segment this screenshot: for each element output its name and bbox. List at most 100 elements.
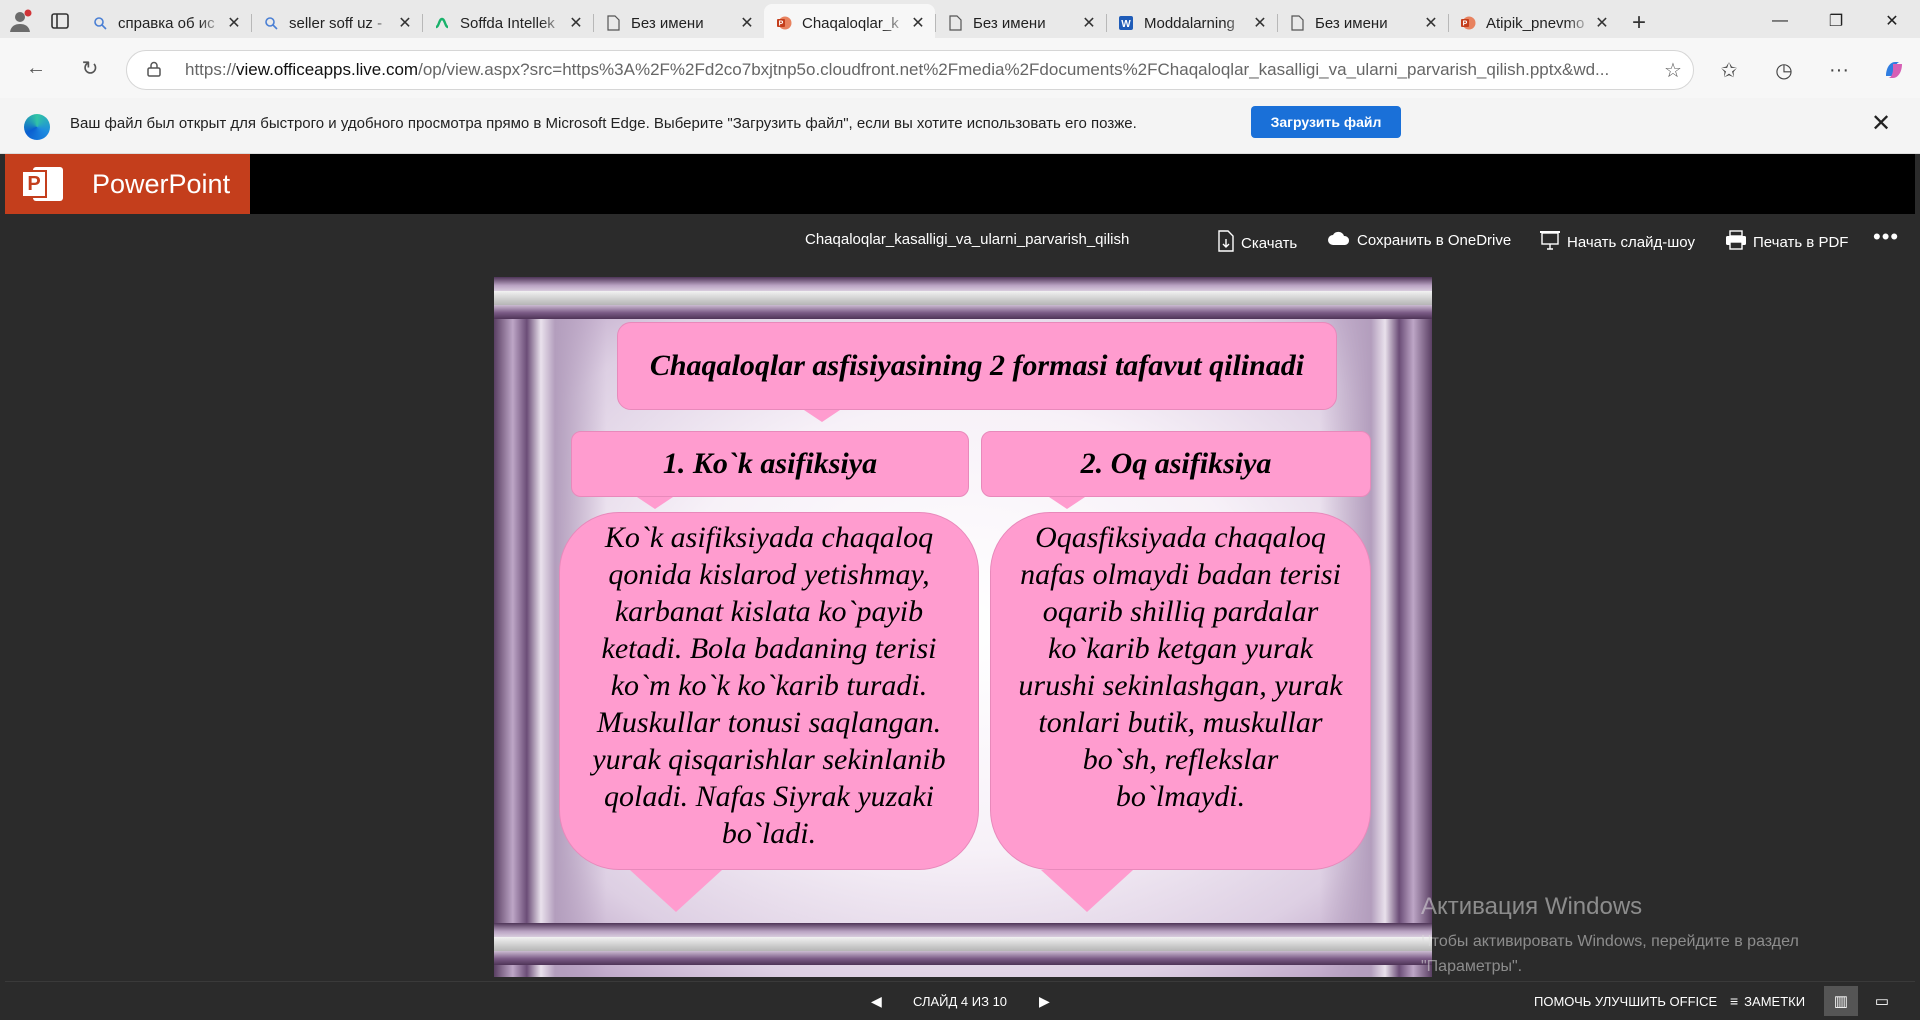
close-tab-icon[interactable]: ✕ <box>567 13 585 33</box>
print-pdf-button[interactable]: Печать в PDF <box>1725 230 1848 255</box>
tab-title: seller soff uz - <box>289 14 383 32</box>
favorites-icon[interactable]: ✩ <box>1709 50 1749 90</box>
close-tab-icon[interactable]: ✕ <box>909 13 927 33</box>
powerpoint-icon: P <box>776 15 792 31</box>
tab-title: Moddalarning <box>1144 14 1235 32</box>
svg-text:P: P <box>1463 21 1468 28</box>
settings-more-icon[interactable]: ··· <box>1819 50 1859 90</box>
svg-text:P: P <box>779 21 784 28</box>
save-onedrive-button[interactable]: Сохранить в OneDrive <box>1327 230 1511 251</box>
browser-tab[interactable]: W Moddalarning ✕ <box>1106 4 1277 42</box>
cloud-icon <box>1327 230 1351 251</box>
download-file-button[interactable]: Загрузить файл <box>1251 106 1401 138</box>
address-row: ← ↻ https://view.officeapps.live.com/op/… <box>0 38 1920 98</box>
printer-icon <box>1725 230 1747 255</box>
restore-icon[interactable]: ❐ <box>1808 0 1864 42</box>
close-tab-icon[interactable]: ✕ <box>1251 13 1269 33</box>
watermark-title: Активация Windows <box>1421 893 1643 920</box>
word-icon: W <box>1118 15 1134 31</box>
notes-button[interactable]: ≡ ЗАМЕТКИ <box>1730 993 1805 1009</box>
slideshow-label: Начать слайд-шоу <box>1567 234 1695 251</box>
url-text: https://view.officeapps.live.com/op/view… <box>185 60 1610 79</box>
left-body-pointer <box>630 870 722 912</box>
url-host: view.officeapps.live.com <box>236 60 419 79</box>
app-name: PowerPoint <box>92 169 231 199</box>
copilot-icon[interactable] <box>1874 50 1914 90</box>
close-tab-icon[interactable]: ✕ <box>396 13 414 33</box>
watermark-text: Чтобы активировать Windows, перейдите в … <box>1421 929 1799 979</box>
lock-icon[interactable] <box>147 61 171 80</box>
minimize-icon[interactable]: — <box>1752 0 1808 42</box>
browser-tab-bar: справка об ис ✕ seller soff uz - ✕ Soffda In… <box>0 0 1920 42</box>
favorite-star-icon[interactable]: ☆ <box>1653 58 1693 83</box>
download-button[interactable]: Скачать <box>1217 230 1297 257</box>
svg-text:W: W <box>1121 19 1131 30</box>
watermark-line-1: Чтобы активировать Windows, перейдите в … <box>1421 933 1799 950</box>
slide-stage: Chaqaloqlar asfisiyasining 2 formasi taf… <box>5 268 1915 981</box>
close-tab-icon[interactable]: ✕ <box>1593 13 1611 33</box>
reload-icon[interactable]: ↻ <box>68 50 112 86</box>
browser-tab[interactable]: P Atipik_pnevmo ✕ <box>1448 4 1619 42</box>
slide-title: Chaqaloqlar asfisiyasining 2 formasi taf… <box>617 322 1337 410</box>
notes-icon: ≡ <box>1730 993 1739 1009</box>
scroll-bottom-rod <box>494 923 1432 965</box>
app-brand[interactable]: P PowerPoint <box>5 154 250 214</box>
document-icon <box>605 15 621 31</box>
notes-label: ЗАМЕТКИ <box>1744 993 1806 1009</box>
search-icon <box>92 15 108 31</box>
print-pdf-label: Печать в PDF <box>1753 234 1849 251</box>
close-tab-icon[interactable]: ✕ <box>225 13 243 33</box>
next-slide-icon[interactable]: ▶ <box>1039 993 1050 1010</box>
close-tab-icon[interactable]: ✕ <box>1080 13 1098 33</box>
status-bar: ◀ СЛАЙД 4 ИЗ 10 ▶ ПОМОЧЬ УЛУЧШИТЬ OFFICE… <box>5 981 1915 1020</box>
previous-slide-icon[interactable]: ◀ <box>871 993 882 1010</box>
download-doc-icon <box>1217 230 1235 257</box>
left-heading-pointer <box>637 497 673 509</box>
address-bar[interactable]: https://view.officeapps.live.com/op/view… <box>126 50 1694 90</box>
search-icon <box>263 15 279 31</box>
download-label: Скачать <box>1241 235 1298 252</box>
reading-view-icon[interactable]: ▥ <box>1824 986 1858 1016</box>
slide-indicator: СЛАЙД 4 ИЗ 10 <box>913 994 1008 1009</box>
app-header: P PowerPoint <box>5 154 1915 214</box>
windows-activation-watermark: Активация Windows Чтобы активировать Win… <box>1421 893 1799 979</box>
slideshow-view-icon[interactable]: ▭ <box>1865 986 1899 1016</box>
powerpoint-icon: P <box>1460 15 1476 31</box>
powerpoint-viewer: P PowerPoint Chaqaloqlar_kasalligi_va_ul… <box>5 154 1915 1020</box>
browser-tab-active[interactable]: P Chaqaloqlar_k ✕ <box>764 4 935 42</box>
slide-canvas: Chaqaloqlar asfisiyasining 2 formasi taf… <box>494 277 1432 977</box>
help-improve-office-link[interactable]: ПОМОЧЬ УЛУЧШИТЬ OFFICE <box>1534 994 1717 1009</box>
watermark-line-2: "Параметры". <box>1421 958 1523 975</box>
browser-tab[interactable]: Без имени ✕ <box>593 4 764 42</box>
browser-tab[interactable]: справка об ис ✕ <box>80 4 251 42</box>
browser-tab[interactable]: Без имени ✕ <box>935 4 1106 42</box>
browser-tab[interactable]: Soffda Intellek ✕ <box>422 4 593 42</box>
right-body-text: Oqasfiksiyada chaqaloq nafas olmaydi bad… <box>990 512 1371 870</box>
browser-tab[interactable]: seller soff uz - ✕ <box>251 4 422 42</box>
document-icon <box>947 15 963 31</box>
close-window-icon[interactable]: ✕ <box>1864 0 1920 42</box>
tab-strip: справка об ис ✕ seller soff uz - ✕ Soffda In… <box>80 4 1619 42</box>
history-icon[interactable]: ◷ <box>1764 50 1804 90</box>
tab-title: Soffda Intellek <box>460 14 555 32</box>
close-tab-icon[interactable]: ✕ <box>738 13 756 33</box>
save-onedrive-label: Сохранить в OneDrive <box>1357 232 1512 249</box>
close-infobar-icon[interactable]: ✕ <box>1866 108 1896 138</box>
scroll-top-rod <box>494 277 1432 319</box>
document-icon <box>1289 15 1305 31</box>
new-tab-button[interactable]: + <box>1619 4 1659 42</box>
close-tab-icon[interactable]: ✕ <box>1422 13 1440 33</box>
profile-avatar-icon[interactable] <box>0 0 40 42</box>
browser-tab[interactable]: Без имени ✕ <box>1277 4 1448 42</box>
tab-title: Без имени <box>1315 14 1388 32</box>
powerpoint-logo-icon: P <box>21 164 65 204</box>
left-body-text: Ko`k asifiksiyada chaqaloq qonida kislar… <box>559 512 979 870</box>
left-heading: 1. Ko`k asifiksiya <box>571 431 969 497</box>
back-icon[interactable]: ← <box>14 50 58 86</box>
title-pointer <box>804 410 840 422</box>
tab-title: Chaqaloqlar_k <box>802 14 899 32</box>
tab-actions-icon[interactable] <box>40 0 80 42</box>
more-options-icon[interactable]: ••• <box>1873 224 1899 250</box>
start-slideshow-button[interactable]: Начать слайд-шоу <box>1539 230 1695 255</box>
info-message: Ваш файл был открыт для быстрого и удобн… <box>70 115 1137 132</box>
